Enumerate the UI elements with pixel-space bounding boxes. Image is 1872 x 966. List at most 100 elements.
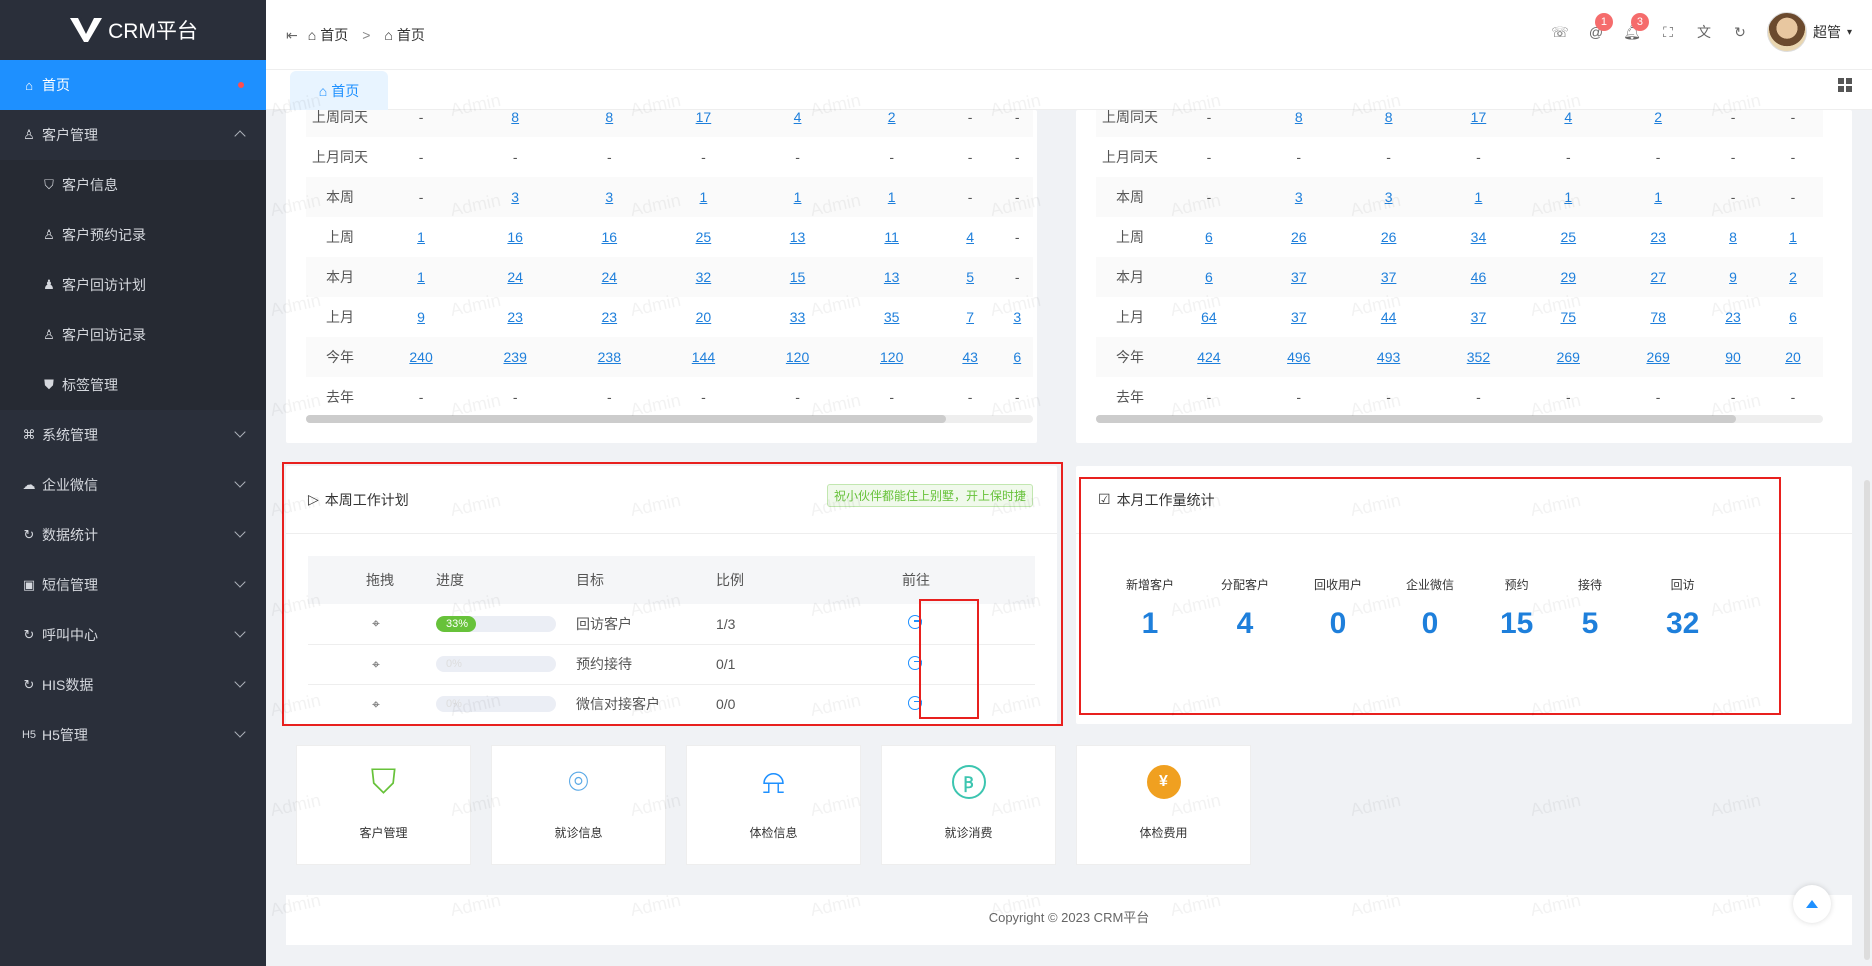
table-cell[interactable]: 9 — [1703, 257, 1763, 297]
quick-link-card[interactable]: ¥ 体检费用 — [1076, 745, 1251, 865]
table-cell[interactable]: 4 — [1523, 110, 1614, 137]
table-cell[interactable]: 6 — [1164, 257, 1254, 297]
cell-link[interactable]: 13 — [790, 229, 806, 245]
cell-link[interactable]: 64 — [1201, 309, 1217, 325]
table-cell[interactable]: 3 — [1343, 177, 1434, 217]
cell-link[interactable]: 23 — [602, 309, 618, 325]
table-cell[interactable]: 496 — [1253, 337, 1344, 377]
table-cell[interactable]: 37 — [1434, 297, 1524, 337]
table-cell[interactable]: 352 — [1433, 337, 1524, 377]
cell-link[interactable]: 26 — [1291, 229, 1307, 245]
cell-link[interactable]: 1 — [1475, 189, 1483, 205]
horizontal-scrollbar[interactable] — [1096, 415, 1823, 423]
table-cell[interactable]: 8 — [562, 110, 657, 137]
back-to-top-button[interactable] — [1793, 885, 1831, 923]
cell-link[interactable]: 43 — [962, 349, 978, 365]
cell-link[interactable]: 8 — [511, 110, 519, 125]
table-cell[interactable]: 46 — [1433, 257, 1524, 297]
breadcrumb-current[interactable]: ⌂ 首页 — [384, 25, 424, 45]
sidebar-item-8[interactable]: ☁ 企业微信 — [0, 460, 266, 510]
cell-link[interactable]: 424 — [1197, 349, 1220, 365]
table-cell[interactable]: 1 — [844, 177, 939, 217]
table-cell[interactable]: 424 — [1164, 337, 1254, 377]
sidebar-item-7[interactable]: ⌘ 系统管理 — [0, 410, 266, 460]
table-cell[interactable]: 17 — [656, 110, 751, 137]
cell-link[interactable]: 16 — [602, 229, 618, 245]
table-cell[interactable]: 4 — [750, 110, 845, 137]
cell-link[interactable]: 1 — [1654, 189, 1662, 205]
table-cell[interactable]: 6 — [1001, 337, 1033, 377]
sidebar-item-5[interactable]: ♙ 客户回访记录 — [0, 310, 266, 360]
cell-link[interactable]: 6 — [1013, 349, 1021, 365]
table-cell[interactable]: 8 — [1703, 217, 1763, 257]
table-cell[interactable]: 44 — [1344, 297, 1434, 337]
table-cell[interactable]: 64 — [1164, 297, 1254, 337]
cell-link[interactable]: 34 — [1471, 229, 1487, 245]
cell-link[interactable]: 1 — [417, 269, 425, 285]
cell-link[interactable]: 20 — [1785, 349, 1801, 365]
table-cell[interactable]: 1 — [374, 257, 469, 297]
table-cell[interactable]: 2 — [844, 110, 939, 137]
cell-link[interactable]: 1 — [888, 189, 896, 205]
table-cell[interactable]: 26 — [1344, 217, 1434, 257]
sidebar-item-1[interactable]: ♙ 客户管理 — [0, 110, 266, 160]
sidebar-item-12[interactable]: ↻ HIS数据 — [0, 660, 266, 710]
table-cell[interactable]: 75 — [1523, 297, 1613, 337]
table-cell[interactable]: 1 — [374, 217, 468, 257]
cell-link[interactable]: 46 — [1471, 269, 1487, 285]
table-cell[interactable]: 269 — [1523, 337, 1614, 377]
cell-link[interactable]: 493 — [1377, 349, 1400, 365]
quick-link-card[interactable]: Ꞵ 就诊消费 — [881, 745, 1056, 865]
cell-link[interactable]: 6 — [1789, 309, 1797, 325]
cell-link[interactable]: 15 — [790, 269, 806, 285]
cell-link[interactable]: 7 — [966, 309, 974, 325]
cell-link[interactable]: 120 — [786, 349, 809, 365]
cell-link[interactable]: 2 — [1789, 269, 1797, 285]
cell-link[interactable]: 8 — [1729, 229, 1737, 245]
quick-link-card[interactable]: ⍾ 体检信息 — [686, 745, 861, 865]
table-cell[interactable]: 37 — [1343, 257, 1434, 297]
table-cell[interactable]: 20 — [656, 297, 750, 337]
horizontal-scrollbar[interactable] — [306, 415, 1033, 423]
cell-link[interactable]: 1 — [417, 229, 425, 245]
cell-link[interactable]: 13 — [884, 269, 900, 285]
cell-link[interactable]: 23 — [1650, 229, 1666, 245]
table-cell[interactable]: 238 — [562, 337, 657, 377]
table-cell[interactable]: 23 — [468, 297, 562, 337]
cell-link[interactable]: 33 — [790, 309, 806, 325]
table-cell[interactable]: 8 — [468, 110, 563, 137]
cell-link[interactable]: 26 — [1381, 229, 1397, 245]
cell-link[interactable]: 8 — [1385, 110, 1393, 125]
cell-link[interactable]: 35 — [884, 309, 900, 325]
cell-link[interactable]: 120 — [880, 349, 903, 365]
logo[interactable]: CRM平台 — [0, 0, 266, 60]
user-menu[interactable]: 超管 ▾ — [1766, 12, 1852, 52]
cell-link[interactable]: 5 — [966, 269, 974, 285]
table-cell[interactable]: 9 — [374, 297, 468, 337]
table-cell[interactable]: 6 — [1763, 297, 1823, 337]
table-cell[interactable]: 17 — [1433, 110, 1524, 137]
cell-link[interactable]: 78 — [1650, 309, 1666, 325]
grid-menu-icon[interactable] — [1838, 78, 1852, 92]
cell-link[interactable]: 238 — [598, 349, 621, 365]
table-cell[interactable]: 8 — [1343, 110, 1434, 137]
table-cell[interactable]: 29 — [1523, 257, 1614, 297]
quick-link-card[interactable]: ⌾ 就诊信息 — [491, 745, 666, 865]
cell-link[interactable]: 25 — [696, 229, 712, 245]
cell-link[interactable]: 24 — [602, 269, 618, 285]
table-cell[interactable]: 25 — [1523, 217, 1613, 257]
table-cell[interactable]: 32 — [656, 257, 751, 297]
table-cell[interactable]: 1 — [656, 177, 751, 217]
table-cell[interactable]: 493 — [1343, 337, 1434, 377]
sidebar-item-4[interactable]: ♟ 客户回访计划 — [0, 260, 266, 310]
cell-link[interactable]: 269 — [1557, 349, 1580, 365]
cell-link[interactable]: 4 — [966, 229, 974, 245]
cell-link[interactable]: 8 — [1295, 110, 1303, 125]
table-cell[interactable]: 27 — [1613, 257, 1704, 297]
cell-link[interactable]: 240 — [409, 349, 432, 365]
sidebar-item-2[interactable]: ⛉ 客户信息 — [0, 160, 266, 210]
cell-link[interactable]: 23 — [1725, 309, 1741, 325]
cell-link[interactable]: 144 — [692, 349, 715, 365]
breadcrumb-home[interactable]: ⌂ 首页 — [308, 25, 348, 45]
cell-link[interactable]: 1 — [794, 189, 802, 205]
